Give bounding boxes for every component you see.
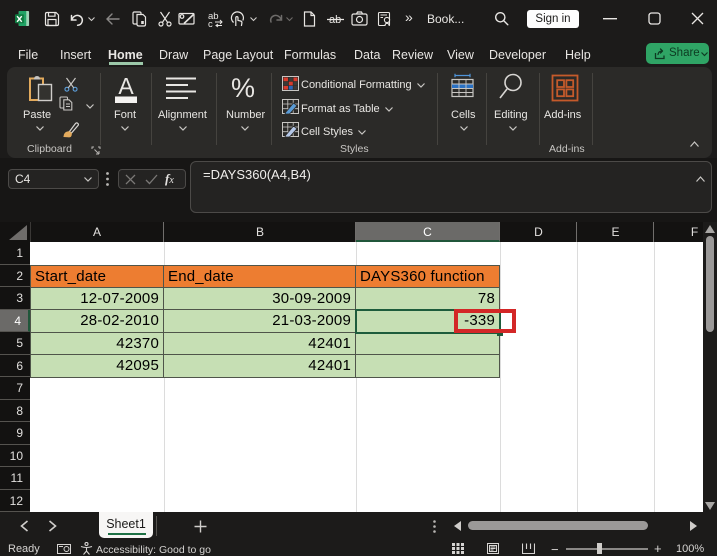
svg-text:A: A xyxy=(118,73,134,99)
svg-text:%: % xyxy=(231,74,255,101)
svg-text:c: c xyxy=(208,19,213,28)
